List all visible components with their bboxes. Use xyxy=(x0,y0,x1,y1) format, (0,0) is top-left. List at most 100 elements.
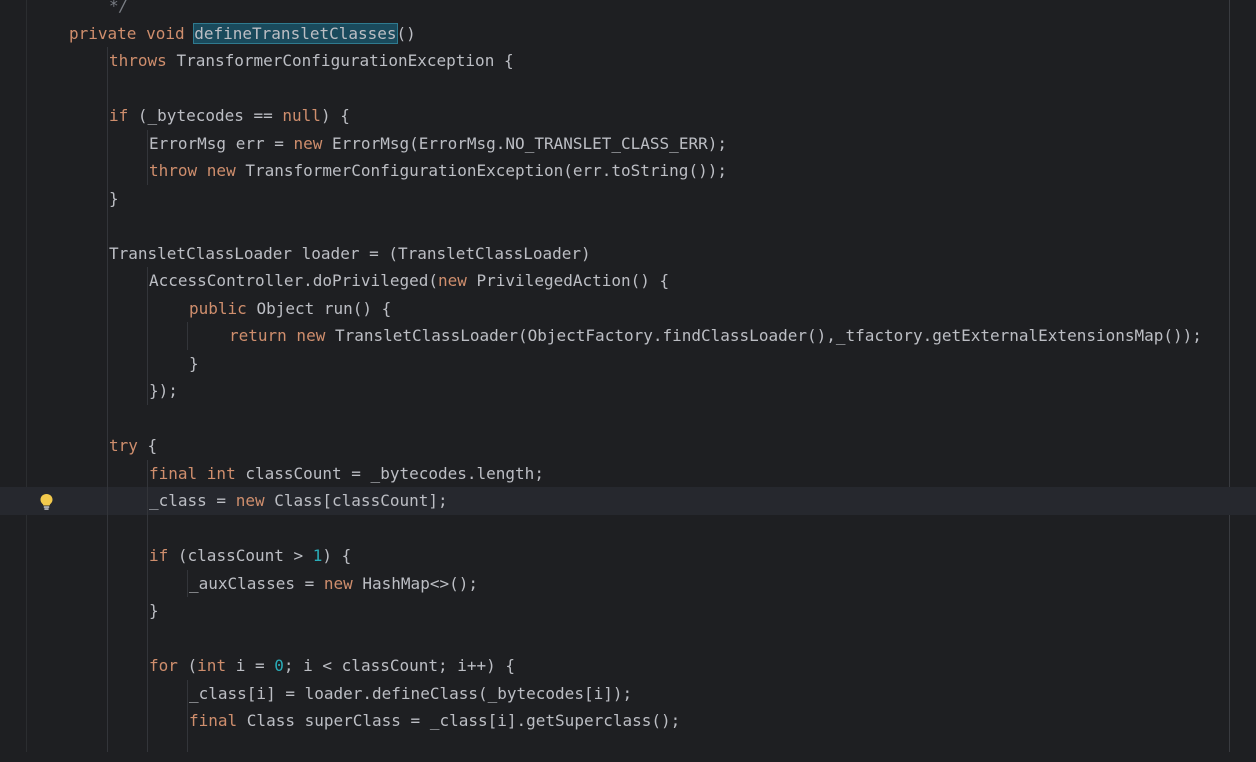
code-line[interactable] xyxy=(0,735,1256,762)
code-line[interactable]: ErrorMsg err = new ErrorMsg(ErrorMsg.NO_… xyxy=(0,130,1256,158)
code-token: } xyxy=(149,601,159,620)
indent-guide xyxy=(187,680,188,753)
code-token: _class = xyxy=(149,491,236,510)
code-token: if xyxy=(149,546,178,565)
code-token: ) { xyxy=(321,106,350,125)
code-token: ) { xyxy=(322,546,351,565)
code-line[interactable] xyxy=(0,405,1256,433)
code-token: if xyxy=(109,106,138,125)
code-text: private void defineTransletClasses() xyxy=(69,20,416,48)
code-line[interactable]: if (classCount > 1) { xyxy=(0,542,1256,570)
code-line[interactable]: for (int i = 0; i < classCount; i++) { xyxy=(0,652,1256,680)
code-line[interactable] xyxy=(0,625,1256,653)
code-token: public xyxy=(189,299,256,318)
code-text: for (int i = 0; i < classCount; i++) { xyxy=(149,652,515,680)
code-text: try { xyxy=(109,432,157,460)
code-token: new xyxy=(438,271,477,290)
code-text: _class = new Class[classCount]; xyxy=(149,487,448,515)
code-text: final Class superClass = _class[i].getSu… xyxy=(189,707,680,735)
code-token: Class[classCount]; xyxy=(274,491,447,510)
code-line[interactable]: */ xyxy=(0,0,1256,20)
code-token: try xyxy=(109,436,148,455)
code-token: for xyxy=(149,656,188,675)
code-token: TransformerConfigurationException { xyxy=(176,51,513,70)
code-line[interactable]: final int classCount = _bytecodes.length… xyxy=(0,460,1256,488)
code-line[interactable] xyxy=(0,212,1256,240)
code-text: } xyxy=(149,597,159,625)
code-token: TransletClassLoader(ObjectFactory.findCl… xyxy=(335,326,1202,345)
code-line[interactable]: public Object run() { xyxy=(0,295,1256,323)
code-line[interactable]: throw new TransformerConfigurationExcept… xyxy=(0,157,1256,185)
code-token: Object run() { xyxy=(256,299,391,318)
code-text: if (_bytecodes == null) { xyxy=(109,102,350,130)
code-text: ErrorMsg err = new ErrorMsg(ErrorMsg.NO_… xyxy=(149,130,727,158)
code-line[interactable] xyxy=(0,75,1256,103)
indent-guide xyxy=(187,322,188,350)
code-token: (classCount > xyxy=(178,546,313,565)
code-token: PrivilegedAction() { xyxy=(477,271,670,290)
code-token: }); xyxy=(149,381,178,400)
code-line[interactable]: throws TransformerConfigurationException… xyxy=(0,47,1256,75)
code-line[interactable]: private void defineTransletClasses() xyxy=(0,20,1256,48)
code-token: new xyxy=(294,134,333,153)
code-token: ( xyxy=(188,656,198,675)
code-line[interactable]: _auxClasses = new HashMap<>(); xyxy=(0,570,1256,598)
indent-guide xyxy=(147,130,148,185)
code-token: return new xyxy=(229,326,335,345)
code-line[interactable]: }); xyxy=(0,377,1256,405)
code-text: final int classCount = _bytecodes.length… xyxy=(149,460,544,488)
code-line[interactable]: if (_bytecodes == null) { xyxy=(0,102,1256,130)
code-token: TransformerConfigurationException(err.to… xyxy=(245,161,727,180)
code-token: throw new xyxy=(149,161,245,180)
code-token: TransletClassLoader loader = (TransletCl… xyxy=(109,244,591,263)
code-line[interactable]: } xyxy=(0,597,1256,625)
code-line[interactable] xyxy=(0,515,1256,543)
code-token: int xyxy=(197,656,236,675)
code-token: } xyxy=(189,354,199,373)
code-line[interactable]: } xyxy=(0,350,1256,378)
code-text: TransletClassLoader loader = (TransletCl… xyxy=(109,240,591,268)
code-line[interactable]: } xyxy=(0,185,1256,213)
code-text: AccessController.doPrivileged(new Privil… xyxy=(149,267,669,295)
code-token: null xyxy=(282,106,321,125)
code-text: if (classCount > 1) { xyxy=(149,542,351,570)
indent-guide xyxy=(147,460,148,753)
code-token: { xyxy=(148,436,158,455)
code-token: final int xyxy=(149,464,245,483)
code-text: }); xyxy=(149,377,178,405)
code-line[interactable]: _class[i] = loader.defineClass(_bytecode… xyxy=(0,680,1256,708)
indent-guide xyxy=(187,570,188,598)
code-token: ; i < classCount; i++) { xyxy=(284,656,515,675)
code-line[interactable]: try { xyxy=(0,432,1256,460)
code-token: () xyxy=(397,24,416,43)
code-line[interactable]: TransletClassLoader loader = (TransletCl… xyxy=(0,240,1256,268)
code-line[interactable]: final Class superClass = _class[i].getSu… xyxy=(0,707,1256,735)
code-text: } xyxy=(109,185,119,213)
code-line[interactable]: _class = new Class[classCount]; xyxy=(0,487,1256,515)
code-text: throws TransformerConfigurationException… xyxy=(109,47,514,75)
indent-guide xyxy=(147,267,148,405)
code-token: classCount = _bytecodes.length; xyxy=(245,464,544,483)
code-token: i = xyxy=(236,656,275,675)
code-token: _class[i] = loader.defineClass(_bytecode… xyxy=(189,684,632,703)
code-token: Class superClass = _class[i].getSupercla… xyxy=(247,711,680,730)
code-token: } xyxy=(109,189,119,208)
code-line[interactable]: AccessController.doPrivileged(new Privil… xyxy=(0,267,1256,295)
code-token: new xyxy=(236,491,275,510)
code-token: */ xyxy=(109,0,128,15)
lightbulb-icon[interactable] xyxy=(39,493,54,511)
code-editor[interactable]: */private void defineTransletClasses()th… xyxy=(0,0,1256,752)
code-text: } xyxy=(189,350,199,378)
code-text: return new TransletClassLoader(ObjectFac… xyxy=(229,322,1202,350)
code-line[interactable]: return new TransletClassLoader(ObjectFac… xyxy=(0,322,1256,350)
code-token: 0 xyxy=(274,656,284,675)
code-token: private void xyxy=(69,24,194,43)
code-token: AccessController.doPrivileged( xyxy=(149,271,438,290)
code-text: _class[i] = loader.defineClass(_bytecode… xyxy=(189,680,632,708)
indent-guide xyxy=(107,47,108,752)
code-token: ErrorMsg err = xyxy=(149,134,294,153)
code-text: throw new TransformerConfigurationExcept… xyxy=(149,157,727,185)
code-token: _auxClasses = xyxy=(189,574,324,593)
code-token: HashMap<>(); xyxy=(362,574,478,593)
code-text: _auxClasses = new HashMap<>(); xyxy=(189,570,478,598)
